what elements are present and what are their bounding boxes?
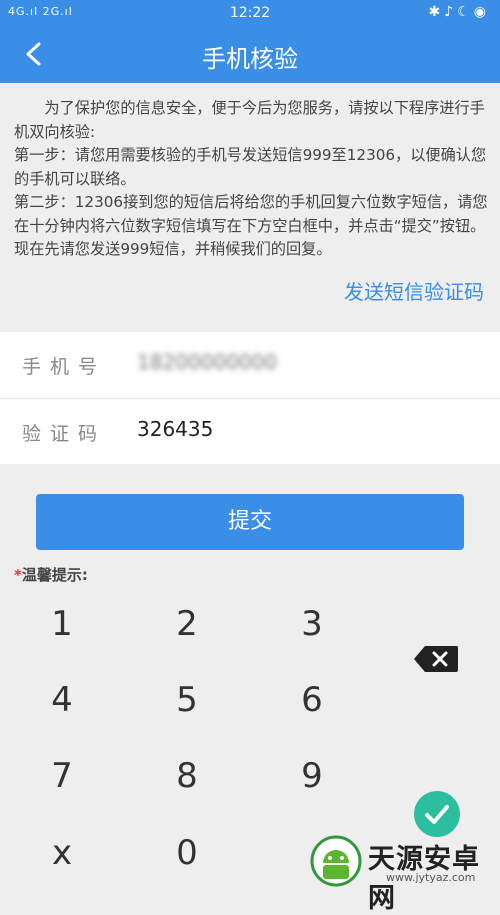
key-0[interactable]: 0	[137, 818, 237, 888]
code-label: 验证码	[22, 423, 107, 445]
confirm-button[interactable]	[414, 791, 460, 837]
key-3[interactable]: 3	[262, 589, 362, 659]
key-7[interactable]: 7	[12, 741, 112, 811]
moon-icon: ☾	[457, 4, 474, 20]
phone-label: 手机号	[22, 356, 107, 378]
verification-notice: 为了保护您的信息安全，便于今后为您服务，请按以下程序进行手机双向核验: 第一步：…	[14, 97, 488, 262]
phone-input[interactable]	[137, 350, 477, 374]
key-5[interactable]: 5	[137, 665, 237, 735]
status-icons: ✱♪☾◉	[429, 4, 490, 20]
location-icon: ◉	[473, 4, 490, 20]
notice-step1: 第一步：请您用需要核验的手机号发送短信999至12306，以便确认您的手机可以联…	[14, 146, 487, 188]
status-bar: 4G.ıl 2G.ıl 12:22 ✱♪☾◉	[0, 0, 500, 27]
page-title: 手机核验	[202, 45, 298, 73]
required-star: *	[14, 566, 22, 584]
phone-row: 手机号	[0, 332, 500, 399]
android-logo-icon	[310, 835, 362, 887]
verification-form: 手机号 验证码	[0, 332, 500, 464]
watermark-url: www.jytyaz.com	[386, 871, 476, 884]
send-sms-code-link[interactable]: 发送短信验证码	[344, 276, 484, 305]
watermark: 天源安卓网 www.jytyaz.com	[308, 833, 500, 914]
bluetooth-icon: ✱	[428, 4, 445, 20]
notice-step2: 第二步：12306接到您的短信后将给您的手机回复六位数字短信，请您在十分钟内将六…	[14, 193, 488, 258]
tip-label: 温馨提示:	[21, 566, 88, 584]
notice-intro: 为了保护您的信息安全，便于今后为您服务，请按以下程序进行手机双向核验:	[14, 99, 485, 141]
status-time: 12:22	[229, 5, 271, 21]
key-9[interactable]: 9	[262, 741, 362, 811]
submit-button[interactable]: 提交	[36, 494, 464, 550]
code-input[interactable]	[137, 417, 477, 441]
key-x[interactable]: x	[12, 818, 112, 888]
key-4[interactable]: 4	[12, 665, 112, 735]
tip-heading: *温馨提示:	[14, 564, 88, 585]
mute-icon: ♪	[444, 4, 458, 20]
key-6[interactable]: 6	[262, 665, 362, 735]
backspace-icon[interactable]	[413, 645, 459, 673]
check-icon	[425, 805, 449, 824]
key-2[interactable]: 2	[137, 589, 237, 659]
header-bar: 手机核验	[0, 27, 500, 83]
code-row: 验证码	[0, 399, 500, 465]
key-8[interactable]: 8	[137, 741, 237, 811]
key-1[interactable]: 1	[12, 589, 112, 659]
